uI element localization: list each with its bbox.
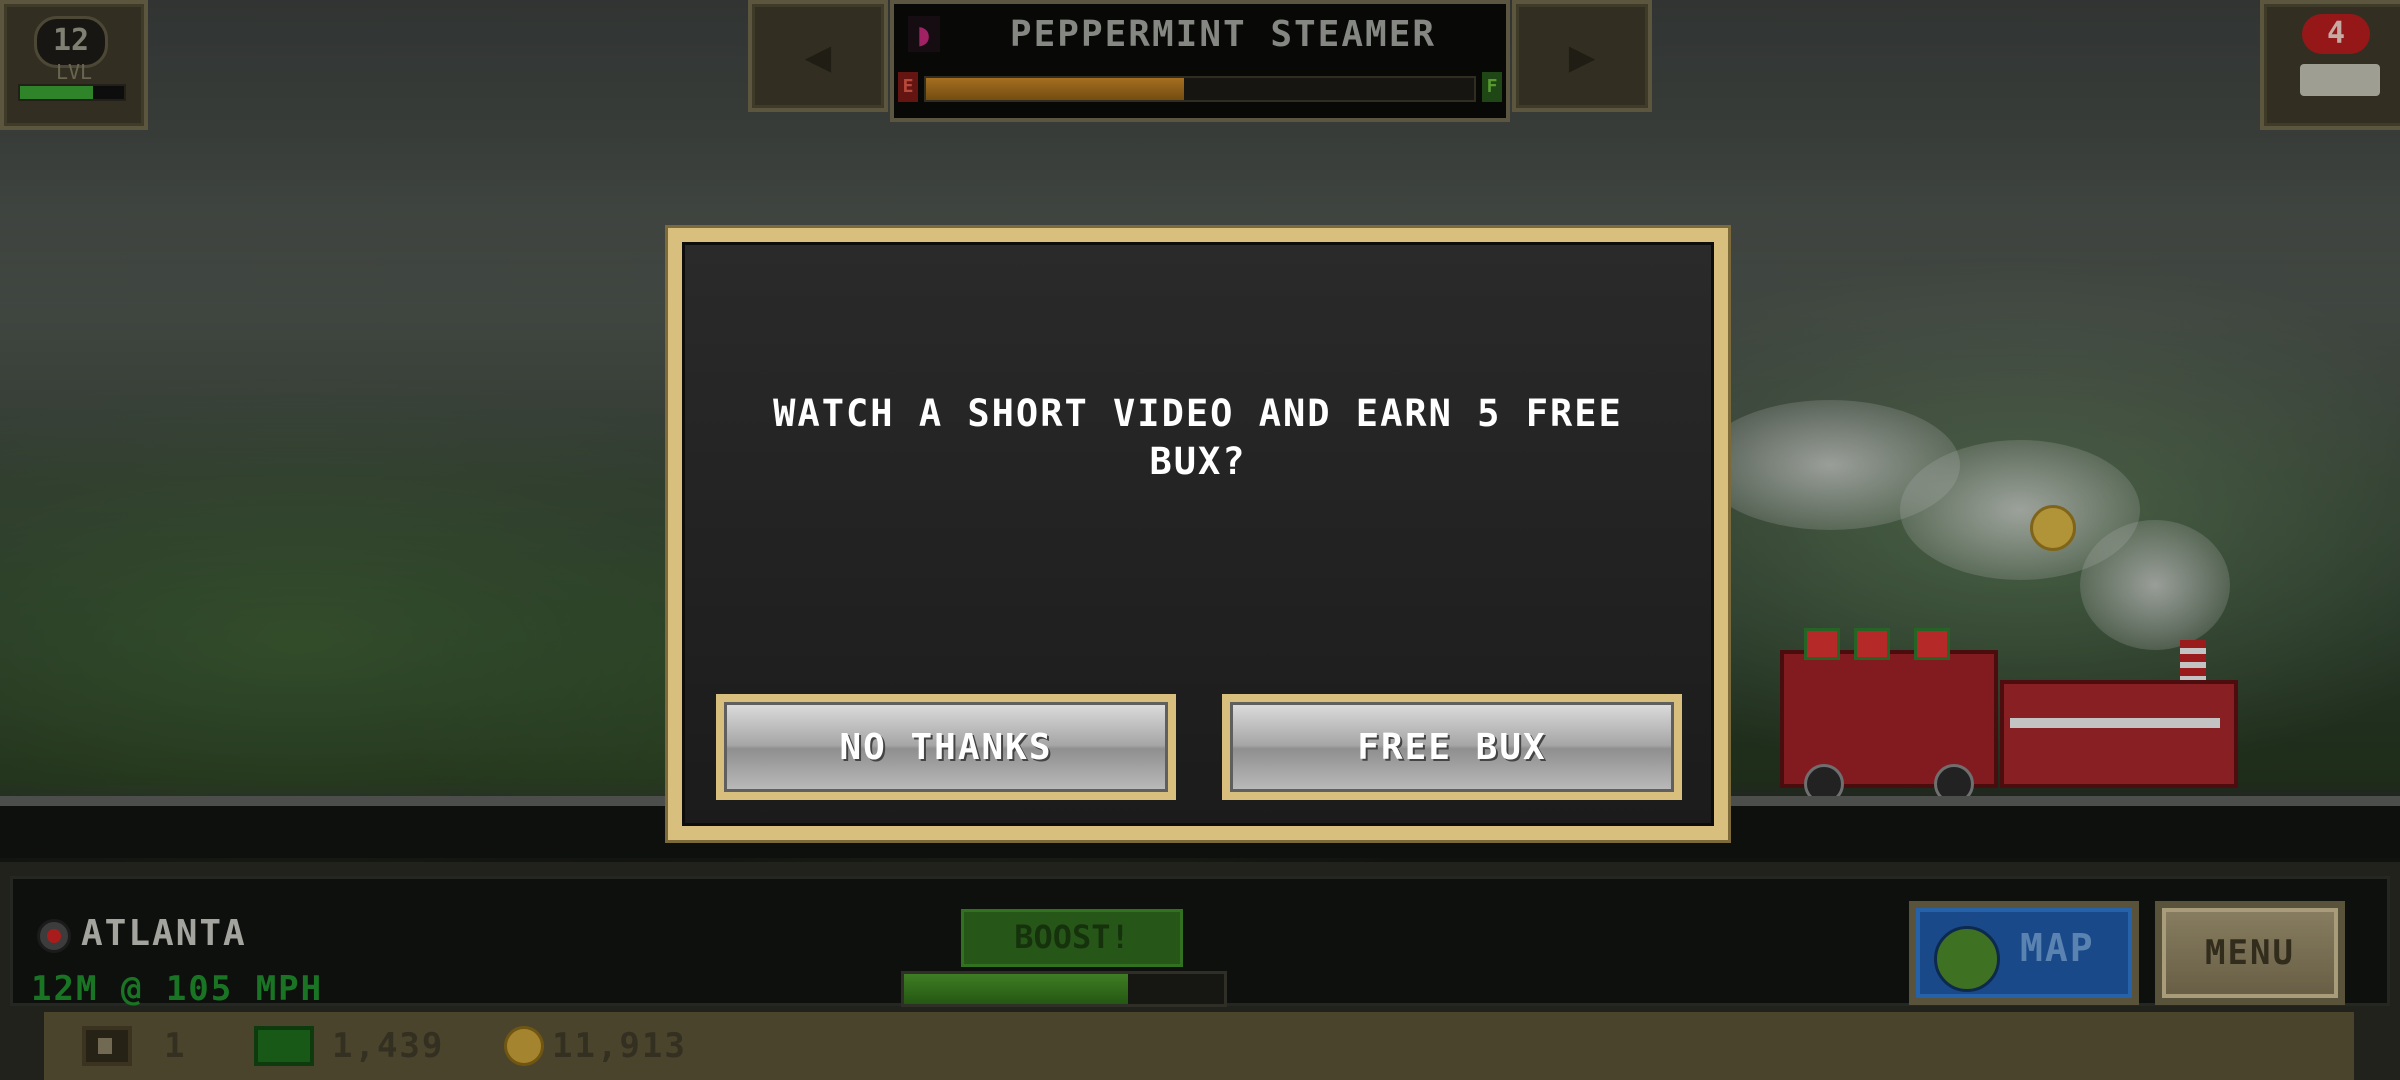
free-bux-label: FREE BUX: [1230, 702, 1674, 792]
free-bux-button[interactable]: FREE BUX: [1222, 694, 1682, 800]
dialog-message: WATCH A SHORT VIDEO AND EARN 5 FREE BUX?: [773, 392, 1623, 483]
free-bux-dialog: WATCH A SHORT VIDEO AND EARN 5 FREE BUX?…: [668, 228, 1728, 840]
dialog-body: WATCH A SHORT VIDEO AND EARN 5 FREE BUX?…: [682, 242, 1714, 826]
no-thanks-button[interactable]: NO THANKS: [716, 694, 1176, 800]
no-thanks-label: NO THANKS: [724, 702, 1168, 792]
